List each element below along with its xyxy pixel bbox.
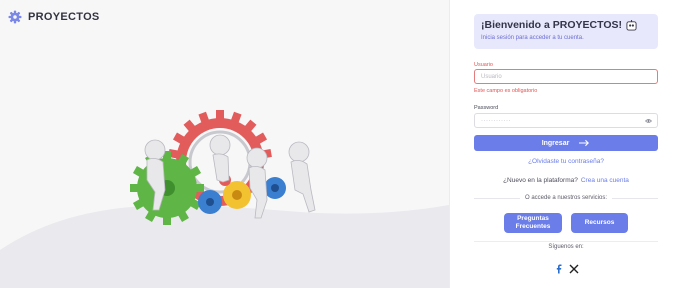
password-label: Password: [474, 105, 499, 111]
username-label: Usuario: [474, 62, 493, 68]
signup-row: ¿Nuevo en la plataforma? Crea una cuenta: [474, 177, 658, 184]
services-divider-text: O accede a nuestros servicios:: [524, 195, 608, 201]
faq-button[interactable]: Preguntas Frecuentes: [504, 213, 562, 233]
resources-button[interactable]: Recursos: [571, 213, 628, 233]
welcome-title: ¡Bienvenido a PROYECTOS!: [481, 19, 622, 31]
faq-button-label: Preguntas Frecuentes: [516, 215, 551, 231]
username-input[interactable]: Usuario: [474, 69, 658, 84]
login-panel: ¡Bienvenido a PROYECTOS! Inicia sesión p…: [449, 0, 680, 288]
facebook-icon[interactable]: [554, 264, 564, 274]
faq-label-line2: Frecuentes: [515, 223, 551, 230]
divider-line: [612, 197, 659, 199]
login-button[interactable]: Ingresar: [474, 135, 658, 151]
follow-label: Síguenos en:: [548, 244, 584, 250]
new-prompt: ¿Nuevo en la plataforma?: [503, 177, 578, 184]
hero-panel: PROYECTOS: [0, 0, 449, 288]
create-account-link[interactable]: Crea una cuenta: [581, 177, 629, 184]
username-error: Este campo es obligatorio: [474, 88, 538, 94]
separator: [474, 241, 658, 242]
forgot-password-link[interactable]: ¿Olvidaste tu contraseña?: [474, 158, 658, 165]
welcome-card: ¡Bienvenido a PROYECTOS! Inicia sesión p…: [474, 14, 658, 49]
resources-button-label: Recursos: [584, 219, 615, 226]
arrow-right-icon: [579, 139, 590, 147]
welcome-title-row: ¡Bienvenido a PROYECTOS!: [481, 19, 651, 31]
x-icon[interactable]: [569, 264, 579, 274]
welcome-subtitle: Inicia sesión para acceder a tu cuenta.: [481, 35, 584, 41]
divider-line: [474, 197, 520, 199]
faq-label-line1: Preguntas: [517, 215, 549, 222]
gears-illustration: [130, 110, 316, 225]
gear-icon: [8, 10, 22, 24]
username-placeholder: Usuario: [481, 73, 502, 80]
eye-icon[interactable]: [645, 118, 652, 124]
robot-icon: [626, 19, 637, 31]
password-input[interactable]: ············: [474, 113, 658, 128]
brand-name: PROYECTOS: [28, 11, 100, 23]
services-divider: O accede a nuestros servicios:: [474, 195, 659, 201]
brand: PROYECTOS: [8, 10, 100, 24]
password-value: ············: [481, 117, 511, 124]
login-button-label: Ingresar: [541, 139, 570, 147]
